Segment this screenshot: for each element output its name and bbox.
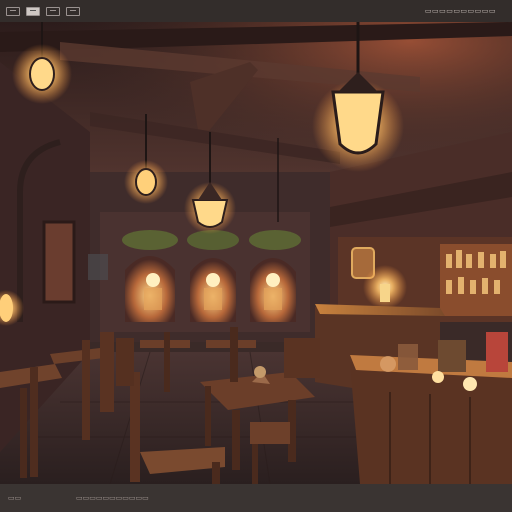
layout-icon[interactable] [6, 6, 20, 16]
status-info: ▭▭▭▭▭▭▭▭▭▭▭ [76, 494, 149, 502]
image-view-icon[interactable] [26, 6, 40, 16]
tavern-image [0, 22, 512, 484]
toolbar-label: ▭▭▭▭▭▭▭▭▭▭ [424, 7, 496, 15]
fullscreen-icon[interactable] [66, 6, 80, 16]
top-toolbar: ▭▭▭▭▭▭▭▭▭▭ [0, 0, 512, 22]
image-viewer: ▭▭▭▭▭▭▭▭▭▭ ▭▭ ▭▭▭▭▭▭▭▭▭▭▭ [0, 0, 512, 512]
status-bar: ▭▭ ▭▭▭▭▭▭▭▭▭▭▭ [0, 484, 512, 512]
wall-frame [42, 220, 76, 304]
status-left: ▭▭ [8, 494, 22, 502]
arched-windows [125, 256, 296, 322]
grid-icon[interactable] [46, 6, 60, 16]
